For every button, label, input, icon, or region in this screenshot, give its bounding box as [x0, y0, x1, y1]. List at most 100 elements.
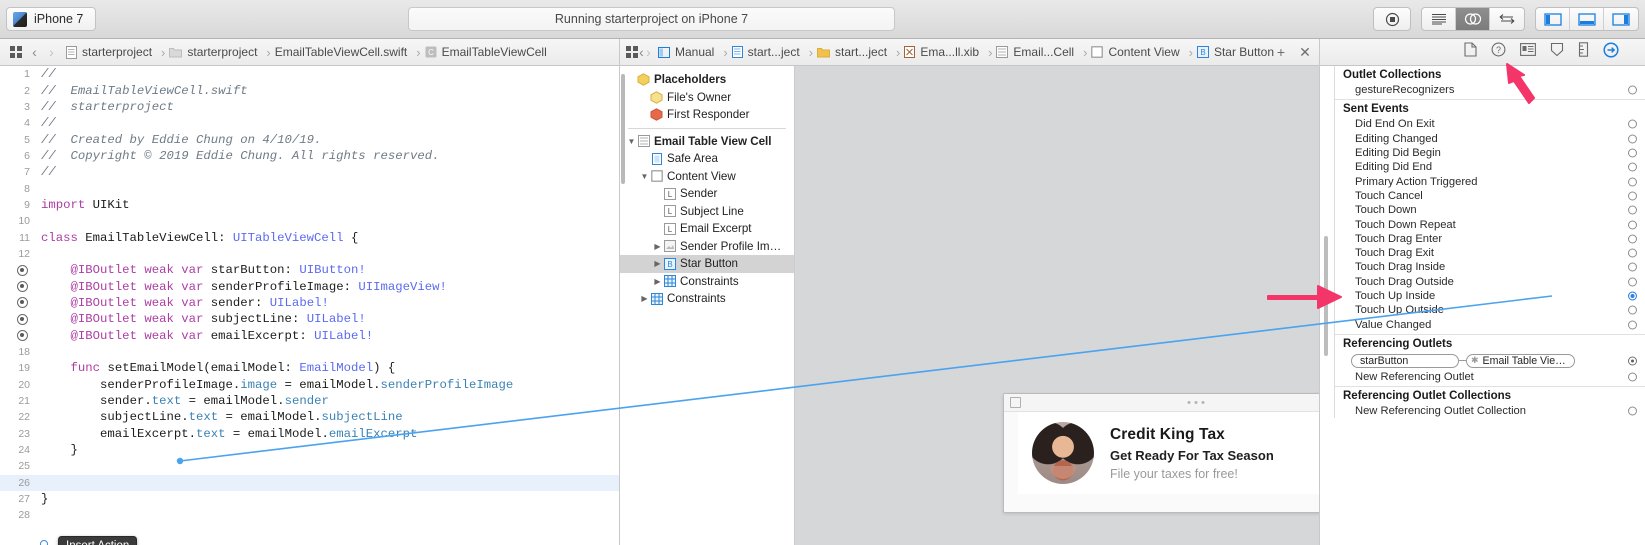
editor-back-button[interactable]: ‹ [26, 44, 43, 60]
connection-row[interactable]: Touch Down [1335, 203, 1645, 217]
file-inspector-tab[interactable] [1464, 42, 1477, 62]
connection-well[interactable] [1628, 191, 1637, 201]
ib-breadcrumb-item[interactable]: Email...Cell › [996, 45, 1091, 60]
connection-well[interactable] [1628, 177, 1637, 187]
connection-row[interactable]: Touch Up Inside [1335, 289, 1645, 303]
breadcrumb-symbol[interactable]: C EmailTableViewCell [425, 45, 547, 59]
version-editor-button[interactable] [1490, 8, 1524, 30]
outline-item-email-table-view-cell[interactable]: ▼ Email Table View Cell [620, 133, 794, 151]
connection-well[interactable] [1628, 148, 1637, 158]
outlet-gutter-indicator[interactable] [0, 281, 37, 293]
outline-scrollbar[interactable] [621, 74, 625, 184]
size-inspector-tab[interactable] [1578, 42, 1589, 62]
connection-row[interactable]: Editing Did End [1335, 160, 1645, 174]
attributes-inspector-tab[interactable] [1550, 42, 1564, 62]
breadcrumb-file[interactable]: EmailTableViewCell.swift › [275, 45, 425, 60]
connection-well[interactable] [1628, 305, 1637, 315]
connection-row[interactable]: Touch Drag Outside [1335, 275, 1645, 289]
connection-row[interactable]: Touch Down Repeat [1335, 217, 1645, 231]
connection-well[interactable] [1628, 119, 1637, 129]
stop-button[interactable] [1374, 8, 1410, 30]
connection-well[interactable] [1628, 248, 1637, 258]
quick-help-tab[interactable]: ? [1491, 42, 1506, 62]
ib-breadcrumb-item[interactable]: start...ject › [731, 45, 817, 60]
disclosure-triangle-icon[interactable]: ▼ [626, 137, 637, 146]
connection-well[interactable] [1628, 291, 1637, 301]
new-referencing-outlet-row[interactable]: New Referencing Outlet [1335, 370, 1645, 384]
outlet-name-pill[interactable]: starButton [1351, 353, 1459, 368]
connection-row[interactable]: Touch Drag Inside [1335, 260, 1645, 274]
connection-well[interactable] [1628, 356, 1637, 366]
code-area[interactable]: 1 // 2 // EmailTableViewCell.swift 3 // start… [0, 66, 620, 545]
disclosure-triangle-icon[interactable]: ▶ [652, 242, 663, 251]
connections-inspector-tab[interactable] [1603, 41, 1619, 63]
ib-forward-button[interactable]: › [645, 44, 652, 60]
connection-well[interactable] [1628, 262, 1637, 272]
ib-canvas[interactable]: close-icon Credit King Tax Get Ready For… [795, 66, 1320, 545]
assistant-editor-button[interactable] [1456, 8, 1490, 30]
identity-inspector-tab[interactable] [1520, 43, 1536, 61]
outline-item-constraints[interactable]: ▶ Constraints [620, 290, 794, 308]
ib-breadcrumb-item[interactable]: B Star Button [1196, 45, 1274, 59]
toggle-debug-button[interactable] [1570, 8, 1604, 30]
disclosure-triangle-icon[interactable]: ▶ [652, 259, 663, 268]
connection-well[interactable] [1628, 372, 1637, 382]
editor-forward-button[interactable]: › [43, 44, 60, 60]
connection-well[interactable] [1628, 134, 1637, 144]
outline-item-email-excerpt[interactable]: L Email Excerpt [620, 220, 794, 238]
preview-grip[interactable] [1187, 401, 1204, 404]
add-assistant-editor-button[interactable]: + [1274, 44, 1288, 60]
ib-breadcrumb-item[interactable]: Content View › [1091, 45, 1197, 60]
ib-related-items-button[interactable] [626, 46, 638, 58]
connection-row[interactable]: Touch Cancel [1335, 189, 1645, 203]
connection-well[interactable] [1628, 320, 1637, 330]
close-icon[interactable]: close-icon [1010, 397, 1021, 408]
disclosure-triangle-icon[interactable]: ▶ [652, 277, 663, 286]
inspector-scrollbar[interactable] [1324, 236, 1328, 356]
outlet-gutter-indicator[interactable] [0, 264, 37, 276]
connection-row[interactable]: Did End On Exit [1335, 117, 1645, 131]
outline-item-constraints[interactable]: ▶ Constraints [620, 273, 794, 291]
ib-back-button[interactable]: ‹ [638, 44, 645, 60]
outline-item-first-responder[interactable]: First Responder [620, 106, 794, 124]
toggle-inspector-button[interactable] [1604, 8, 1638, 30]
outline-item-file-s-owner[interactable]: File's Owner [620, 89, 794, 107]
outline-item-sender-profile-im[interactable]: ▶ Sender Profile Im… [620, 238, 794, 256]
disclosure-triangle-icon[interactable]: ▶ [639, 294, 650, 303]
scheme-destination-chip[interactable]: iPhone 7 [6, 7, 97, 31]
connection-row[interactable]: Editing Changed [1335, 132, 1645, 146]
related-items-button[interactable] [6, 46, 26, 58]
connection-row[interactable]: Editing Did Begin [1335, 146, 1645, 160]
ib-breadcrumb-item[interactable]: Manual › [657, 45, 732, 60]
connection-well[interactable] [1628, 162, 1637, 172]
connection-row[interactable]: Touch Drag Enter [1335, 232, 1645, 246]
connection-row[interactable]: Primary Action Triggered [1335, 174, 1645, 188]
outline-item-placeholders[interactable]: Placeholders [620, 71, 794, 89]
connection-row[interactable]: Touch Up Outside [1335, 303, 1645, 317]
connection-well[interactable] [1628, 85, 1637, 95]
connection-row[interactable]: Value Changed [1335, 317, 1645, 331]
breadcrumb-folder[interactable]: starterproject › [169, 45, 274, 60]
toggle-navigator-button[interactable] [1536, 8, 1570, 30]
connection-row[interactable]: Touch Drag Exit [1335, 246, 1645, 260]
ib-breadcrumb-item[interactable]: Ema...ll.xib › [904, 45, 996, 60]
referencing-outlet-connection[interactable]: starButton ✱ Email Table Vie… [1335, 352, 1645, 370]
device-preview[interactable]: close-icon Credit King Tax Get Ready For… [1003, 393, 1320, 513]
connection-well[interactable] [1628, 220, 1637, 230]
outline-item-subject-line[interactable]: L Subject Line [620, 203, 794, 221]
ib-breadcrumb-item[interactable]: start...ject › [817, 45, 904, 60]
connection-well[interactable] [1628, 234, 1637, 244]
disclosure-triangle-icon[interactable]: ▼ [639, 172, 650, 181]
outlet-gutter-indicator[interactable] [0, 297, 37, 309]
standard-editor-button[interactable] [1422, 8, 1456, 30]
outlet-target-pill[interactable]: ✱ Email Table Vie… [1466, 353, 1575, 368]
breadcrumb-project[interactable]: starterproject › [66, 45, 169, 60]
outlet-gutter-indicator[interactable] [0, 330, 37, 342]
email-table-view-cell-preview[interactable]: Credit King Tax Get Ready For Tax Season… [1018, 412, 1320, 494]
outline-item-sender[interactable]: L Sender [620, 185, 794, 203]
new-referencing-outlet-collection-row[interactable]: New Referencing Outlet Collection [1335, 404, 1645, 418]
outline-item-star-button[interactable]: ▶ B Star Button [620, 255, 794, 273]
outlet-gutter-indicator[interactable] [0, 313, 37, 325]
close-assistant-editor-button[interactable]: ✕ [1298, 44, 1312, 61]
connection-well[interactable] [1628, 406, 1637, 416]
